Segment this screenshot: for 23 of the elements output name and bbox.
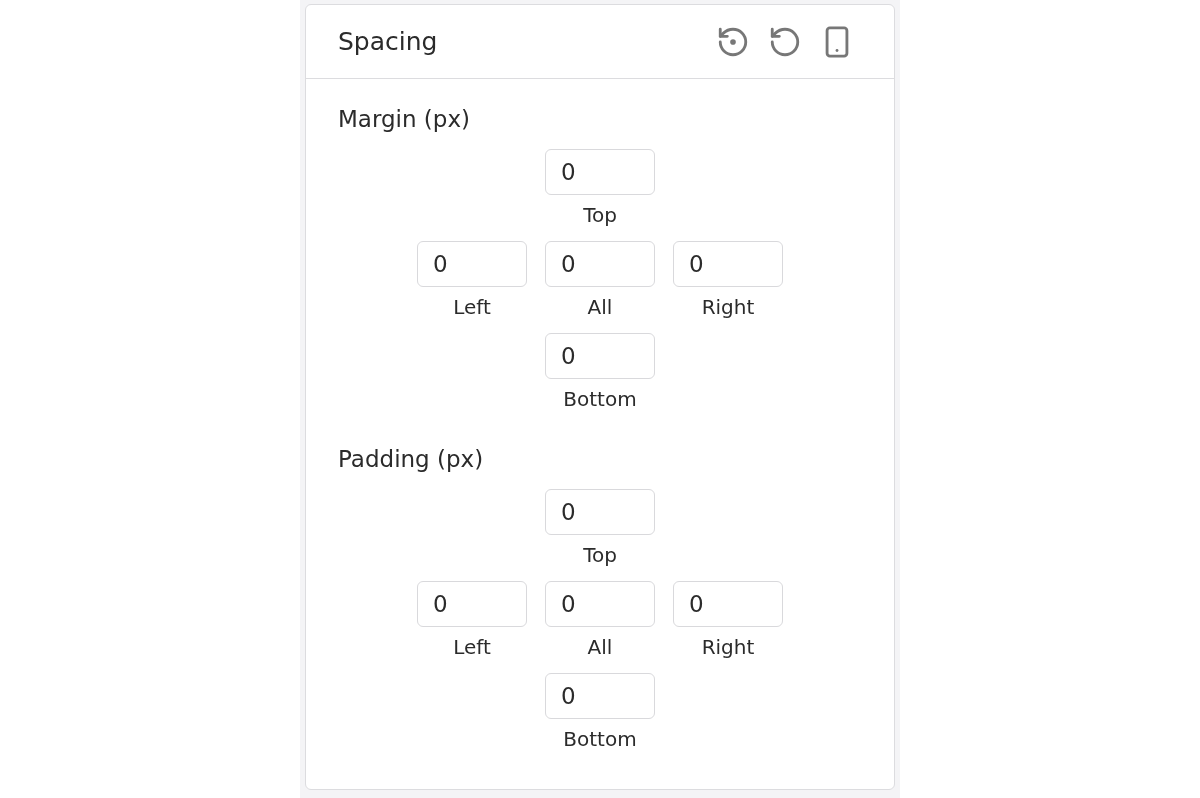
number-field[interactable]: 0 xyxy=(545,333,655,379)
field-label: Bottom xyxy=(563,386,637,413)
number-field[interactable]: 0 xyxy=(417,581,527,627)
field-label: Right xyxy=(701,294,755,321)
field-label: Left xyxy=(453,294,491,321)
section-title: Margin (px) xyxy=(338,105,472,134)
field-label: All xyxy=(587,634,613,661)
number-field[interactable]: 0 xyxy=(673,241,783,287)
number-field[interactable]: 0 xyxy=(545,489,655,535)
panel-title: Spacing xyxy=(338,27,438,56)
field-label: Top xyxy=(583,202,617,229)
field-label: Right xyxy=(701,634,755,661)
field-label: Bottom xyxy=(563,726,637,753)
number-field[interactable]: 0 xyxy=(417,241,527,287)
number-field[interactable]: 0 xyxy=(673,581,783,627)
field-label: All xyxy=(587,294,613,321)
field-label: Top xyxy=(583,542,617,569)
number-field[interactable]: 0 xyxy=(545,149,655,195)
number-field[interactable]: 0 xyxy=(545,673,655,719)
number-field[interactable]: 0 xyxy=(545,581,655,627)
section-title: Padding (px) xyxy=(338,445,485,474)
number-field[interactable]: 0 xyxy=(545,241,655,287)
field-label: Left xyxy=(453,634,491,661)
